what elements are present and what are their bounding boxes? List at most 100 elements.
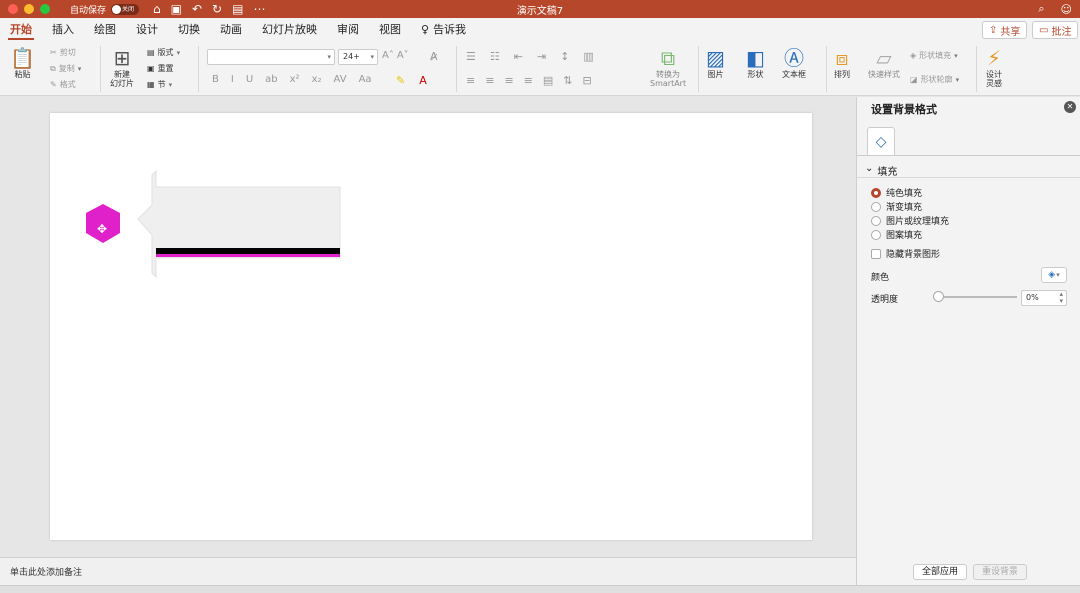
pane-title: 设置背景格式: [871, 103, 937, 116]
format-background-pane: 设置背景格式 ✕ ◇ ⌄ 填充 纯色填充 渐变填充 图片或纹理填充 图案填充 隐…: [856, 97, 1080, 585]
maximize-window-button[interactable]: [40, 4, 50, 14]
transparency-slider-knob[interactable]: [933, 291, 944, 302]
columns-icon[interactable]: ▥: [583, 50, 593, 63]
solid-fill-option[interactable]: 纯色填充: [871, 186, 922, 199]
quick-styles-button[interactable]: ▱ 快速样式: [868, 46, 900, 79]
subscript-icon[interactable]: x₂: [312, 74, 322, 85]
search-icon[interactable]: ⌕: [1038, 2, 1044, 16]
new-slide-button[interactable]: ⊞ 新建 幻灯片: [110, 46, 134, 88]
transparency-slider-track[interactable]: [937, 296, 1017, 298]
copy-button[interactable]: ⧉ 复制 ▾: [50, 63, 81, 74]
arrange-label: 排列: [834, 70, 850, 79]
more-icon[interactable]: ⋯: [253, 2, 265, 16]
convert-smartart-button[interactable]: ⧉ 转换为 SmartArt: [650, 46, 686, 88]
format-painter-button[interactable]: ✎ 格式: [50, 79, 76, 90]
tab-draw[interactable]: 绘图: [84, 18, 126, 42]
fill-tab[interactable]: ◇: [867, 127, 895, 155]
picture-fill-option[interactable]: 图片或纹理填充: [871, 214, 949, 227]
tab-slideshow[interactable]: 幻灯片放映: [252, 18, 327, 42]
increase-indent-icon[interactable]: ⇥: [537, 50, 546, 63]
slide-canvas[interactable]: ✥: [50, 113, 812, 540]
shape-outline-button[interactable]: ◪ 形状轮廓 ▾: [910, 74, 959, 85]
cut-button[interactable]: ✂ 剪切: [50, 47, 76, 58]
section-button[interactable]: ▦ 节 ▾: [147, 79, 172, 90]
font-grow-shrink[interactable]: A˄ A˅: [382, 50, 409, 61]
grow-font-icon[interactable]: A˄: [382, 50, 394, 61]
solid-fill-radio[interactable]: [871, 187, 881, 198]
minimize-window-button[interactable]: [24, 4, 34, 14]
outline-icon: ◪: [910, 75, 918, 84]
picture-fill-radio[interactable]: [871, 215, 881, 226]
tell-me[interactable]: ♀ 告诉我: [411, 18, 476, 42]
tab-animations[interactable]: 动画: [210, 18, 252, 42]
font-color-icon[interactable]: A: [419, 74, 427, 87]
textbox-button[interactable]: Ⓐ 文本框: [782, 46, 806, 79]
copy-icon: ⧉: [50, 63, 56, 73]
arrange-button[interactable]: ⧈ 排列: [834, 46, 850, 79]
notes-area[interactable]: 单击此处添加备注: [0, 557, 856, 585]
picture-button[interactable]: ▨ 图片: [706, 46, 725, 79]
share-button[interactable]: ⇪ 共享: [982, 21, 1028, 39]
align-text-icon[interactable]: ⊟: [583, 74, 592, 87]
tab-home[interactable]: 开始: [0, 18, 42, 42]
tab-review[interactable]: 审阅: [327, 18, 369, 42]
pattern-fill-option[interactable]: 图案填充: [871, 228, 922, 241]
superscript-icon[interactable]: x²: [290, 74, 300, 85]
pattern-fill-label: 图案填充: [886, 231, 923, 241]
font-size-field[interactable]: 24+ ▾: [338, 49, 378, 65]
strikethrough-icon[interactable]: ab: [265, 74, 277, 85]
shape-button[interactable]: ◧ 形状: [746, 46, 765, 79]
distributed-icon[interactable]: ▤: [543, 74, 553, 87]
numbering-icon[interactable]: ☷: [490, 50, 500, 63]
tab-view[interactable]: 视图: [369, 18, 411, 42]
hide-bg-graphics-option[interactable]: 隐藏背景图形: [871, 247, 940, 260]
align-left-icon[interactable]: ≡: [466, 74, 475, 87]
shrink-font-icon[interactable]: A˅: [397, 50, 409, 61]
tab-transitions[interactable]: 切换: [168, 18, 210, 42]
gradient-fill-radio[interactable]: [871, 201, 881, 212]
change-case-icon[interactable]: Aa: [359, 74, 372, 85]
font-style-buttons: B I U ab x² x₂ AV Aa: [212, 74, 372, 85]
undo-icon[interactable]: ↶: [192, 2, 202, 16]
save-icon[interactable]: ▣: [171, 2, 182, 16]
pattern-fill-radio[interactable]: [871, 229, 881, 240]
gradient-fill-label: 渐变填充: [886, 203, 923, 213]
justify-icon[interactable]: ≡: [524, 74, 533, 87]
char-spacing-icon[interactable]: AV: [334, 74, 347, 85]
print-icon[interactable]: ▤: [232, 2, 243, 16]
account-icon[interactable]: ☺: [1061, 3, 1072, 16]
tab-insert[interactable]: 插入: [42, 18, 84, 42]
tab-design[interactable]: 设计: [126, 18, 168, 42]
layout-button[interactable]: ▤ 版式 ▾: [147, 47, 180, 58]
transparency-label: 透明度: [871, 295, 899, 305]
color-picker-button[interactable]: ◈ ▾: [1041, 267, 1067, 283]
close-pane-button[interactable]: ✕: [1064, 101, 1076, 113]
bullets-icon[interactable]: ☰: [466, 50, 476, 63]
bold-icon[interactable]: B: [212, 74, 219, 85]
hide-bg-checkbox[interactable]: [871, 248, 881, 259]
italic-icon[interactable]: I: [231, 74, 234, 85]
align-center-icon[interactable]: ≡: [485, 74, 494, 87]
comment-button[interactable]: ▭ 批注: [1032, 21, 1079, 39]
font-name-field[interactable]: ▾: [207, 49, 335, 65]
home-icon[interactable]: ⌂: [153, 2, 161, 16]
redo-icon[interactable]: ↻: [212, 2, 222, 16]
line-spacing-icon[interactable]: ↕: [560, 50, 569, 63]
fill-section-header[interactable]: ⌄ 填充: [865, 163, 897, 178]
decrease-indent-icon[interactable]: ⇤: [514, 50, 523, 63]
highlight-icon[interactable]: ✎: [396, 74, 405, 87]
underline-icon[interactable]: U: [246, 74, 253, 85]
close-window-button[interactable]: [8, 4, 18, 14]
transparency-input[interactable]: 0% ▴ ▾: [1021, 290, 1067, 306]
text-direction-icon[interactable]: ⇅: [563, 74, 572, 87]
reset-background-button[interactable]: 重设背景: [973, 564, 1028, 580]
apply-to-all-button[interactable]: 全部应用: [913, 564, 968, 580]
design-ideas-button[interactable]: ⚡ 设计 灵感: [986, 46, 1002, 88]
paste-button[interactable]: 📋 粘贴: [10, 46, 35, 79]
align-right-icon[interactable]: ≡: [504, 74, 513, 87]
reset-button[interactable]: ▣ 重置: [147, 63, 174, 74]
shape-fill-button[interactable]: ◈ 形状填充 ▾: [910, 50, 958, 61]
clear-format-icon[interactable]: A̷: [430, 50, 438, 63]
autosave-toggle[interactable]: 关闭: [111, 3, 140, 15]
gradient-fill-option[interactable]: 渐变填充: [871, 200, 922, 213]
